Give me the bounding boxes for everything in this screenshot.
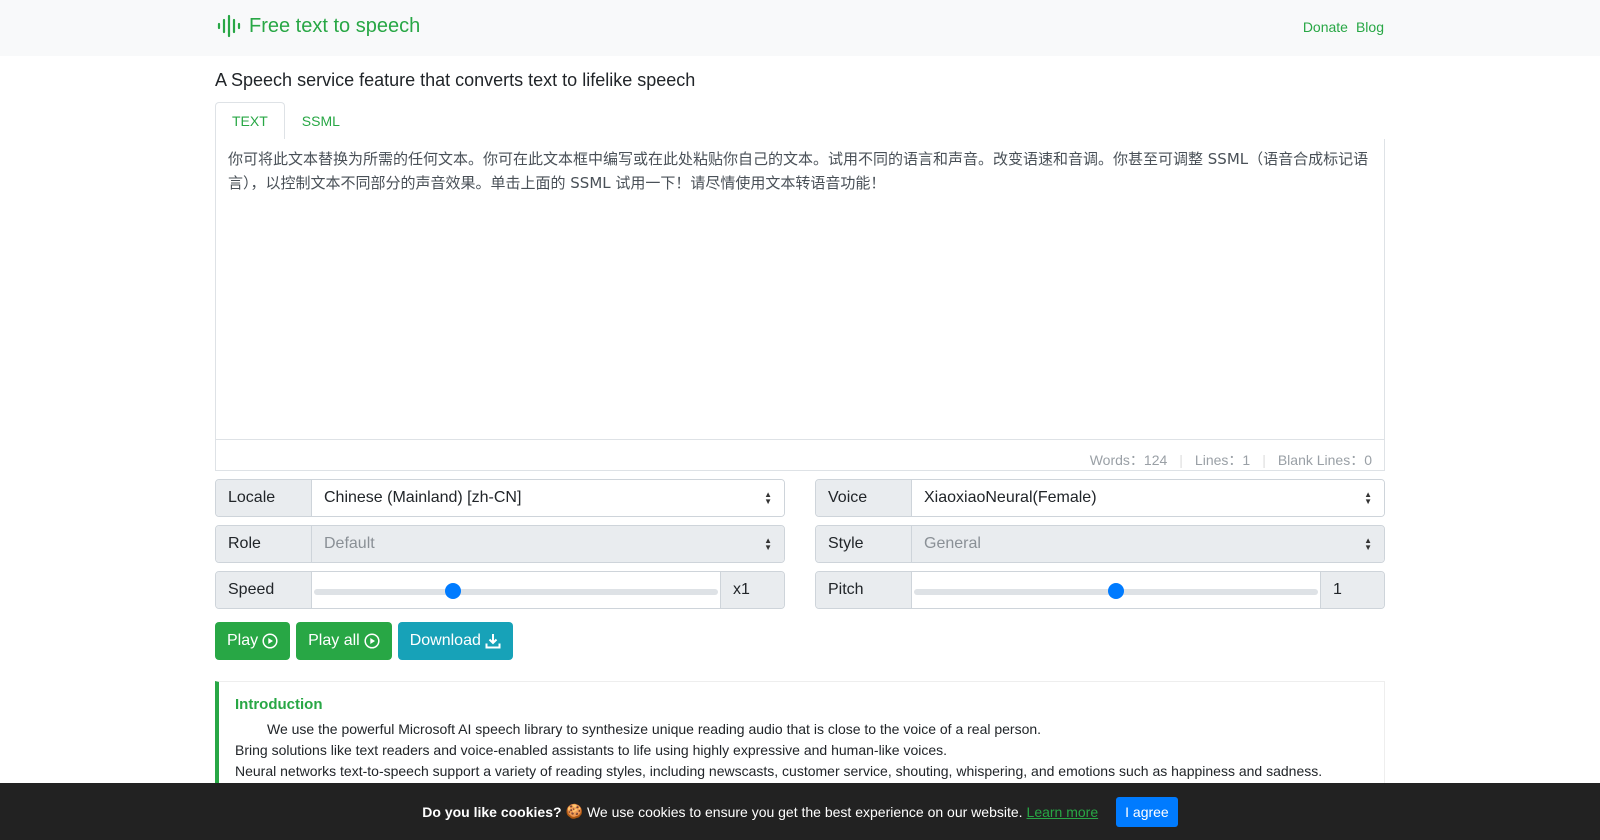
locale-group: Locale Chinese (Mainland) [zh-CN] ▲ ▼	[215, 479, 785, 517]
agree-button[interactable]: I agree	[1116, 796, 1178, 827]
play-button[interactable]: Play	[215, 622, 291, 660]
select-arrows-icon: ▲ ▼	[764, 536, 772, 552]
role-style-row: Role Default ▲ ▼ Style General ▲ ▼	[215, 525, 1385, 563]
text-input[interactable]: 你可将此文本替换为所需的任何文本。你可在此文本框中编写或在此处粘贴你自己的文本。…	[216, 139, 1384, 440]
voice-label: Voice	[816, 480, 912, 516]
stats-divider: |	[1262, 452, 1266, 468]
blog-link[interactable]: Blog	[1356, 19, 1384, 35]
page-title: A Speech service feature that converts t…	[215, 70, 696, 90]
intro-line: Bring solutions like text readers and vo…	[235, 742, 948, 758]
brand-link[interactable]: Free text to speech	[217, 14, 420, 38]
stats-divider: |	[1179, 452, 1183, 468]
role-select[interactable]: Default ▲ ▼	[312, 526, 784, 562]
learn-more-link[interactable]: Learn more	[1027, 804, 1099, 820]
locale-label: Locale	[216, 480, 312, 516]
style-select[interactable]: General ▲ ▼	[912, 526, 1384, 562]
speed-slider-thumb[interactable]	[445, 583, 462, 599]
style-value: General	[924, 535, 981, 552]
brand-name: Free text to speech	[249, 14, 421, 37]
speed-value: x1	[720, 572, 784, 608]
download-button[interactable]: Download	[397, 622, 513, 660]
text-stats: Words：124 | Lines：1 | Blank Lines：0	[216, 445, 1384, 475]
speed-label: Speed	[216, 572, 312, 608]
pitch-slider[interactable]	[912, 572, 1320, 608]
voice-value: XiaoxiaoNeural(Female)	[924, 489, 1097, 506]
role-label: Role	[216, 526, 312, 562]
select-arrows-icon: ▲ ▼	[1364, 490, 1372, 506]
play-all-button[interactable]: Play all	[296, 622, 392, 660]
pitch-label: Pitch	[816, 572, 912, 608]
word-count: Words：124	[1089, 452, 1168, 468]
select-arrows-icon: ▲ ▼	[1364, 536, 1372, 552]
text-editor: 你可将此文本替换为所需的任何文本。你可在此文本框中编写或在此处粘贴你自己的文本。…	[215, 139, 1385, 471]
intro-line: Neural networks text-to-speech support a…	[235, 763, 1323, 779]
play-all-label: Play all	[308, 632, 360, 649]
pitch-value: 1	[1320, 572, 1384, 608]
cookie-banner: Do you like cookies? 🍪 We use cookies to…	[0, 783, 1600, 840]
select-arrows-icon: ▲ ▼	[764, 490, 772, 506]
tab-ssml[interactable]: SSML	[285, 102, 357, 140]
play-circle-icon	[364, 633, 380, 649]
introduction-panel: Introduction We use the powerful Microso…	[215, 681, 1385, 791]
nav-links: Donate Blog	[1303, 19, 1384, 35]
locale-value: Chinese (Mainland) [zh-CN]	[324, 489, 522, 506]
line-count: Lines：1	[1194, 452, 1251, 468]
pitch-group: Pitch 1	[815, 571, 1385, 609]
speed-slider-track	[314, 589, 718, 595]
donate-link[interactable]: Donate	[1303, 19, 1348, 35]
style-group: Style General ▲ ▼	[815, 525, 1385, 563]
play-circle-icon	[262, 633, 278, 649]
cookie-icon: 🍪	[565, 803, 583, 819]
locale-voice-row: Locale Chinese (Mainland) [zh-CN] ▲ ▼ Voi…	[215, 479, 1385, 517]
cookie-question: Do you like cookies?	[422, 803, 562, 820]
locale-select[interactable]: Chinese (Mainland) [zh-CN] ▲ ▼	[312, 480, 784, 516]
role-group: Role Default ▲ ▼	[215, 525, 785, 563]
voice-group: Voice XiaoxiaoNeural(Female) ▲ ▼	[815, 479, 1385, 517]
action-buttons: Play Play all Download	[215, 622, 1385, 660]
speed-pitch-row: Speed x1 Pitch 1	[215, 571, 1385, 609]
blank-line-count: Blank Lines：0	[1277, 452, 1372, 468]
speed-slider[interactable]	[312, 572, 720, 608]
style-label: Style	[816, 526, 912, 562]
editor-tabs: TEXT SSML	[215, 102, 1385, 141]
play-label: Play	[227, 632, 259, 649]
cookie-message: We use cookies to ensure you get the bes…	[586, 803, 1023, 820]
audio-wave-icon	[217, 14, 241, 38]
role-value: Default	[324, 535, 375, 552]
introduction-title: Introduction	[235, 696, 323, 713]
download-icon	[485, 634, 501, 649]
pitch-slider-thumb[interactable]	[1108, 583, 1124, 599]
tab-text[interactable]: TEXT	[215, 102, 285, 141]
speed-group: Speed x1	[215, 571, 785, 609]
intro-line: We use the powerful Microsoft AI speech …	[267, 721, 1042, 737]
navbar: Free text to speech Donate Blog	[0, 0, 1600, 56]
download-label: Download	[409, 632, 481, 649]
voice-select[interactable]: XiaoxiaoNeural(Female) ▲ ▼	[912, 480, 1384, 516]
